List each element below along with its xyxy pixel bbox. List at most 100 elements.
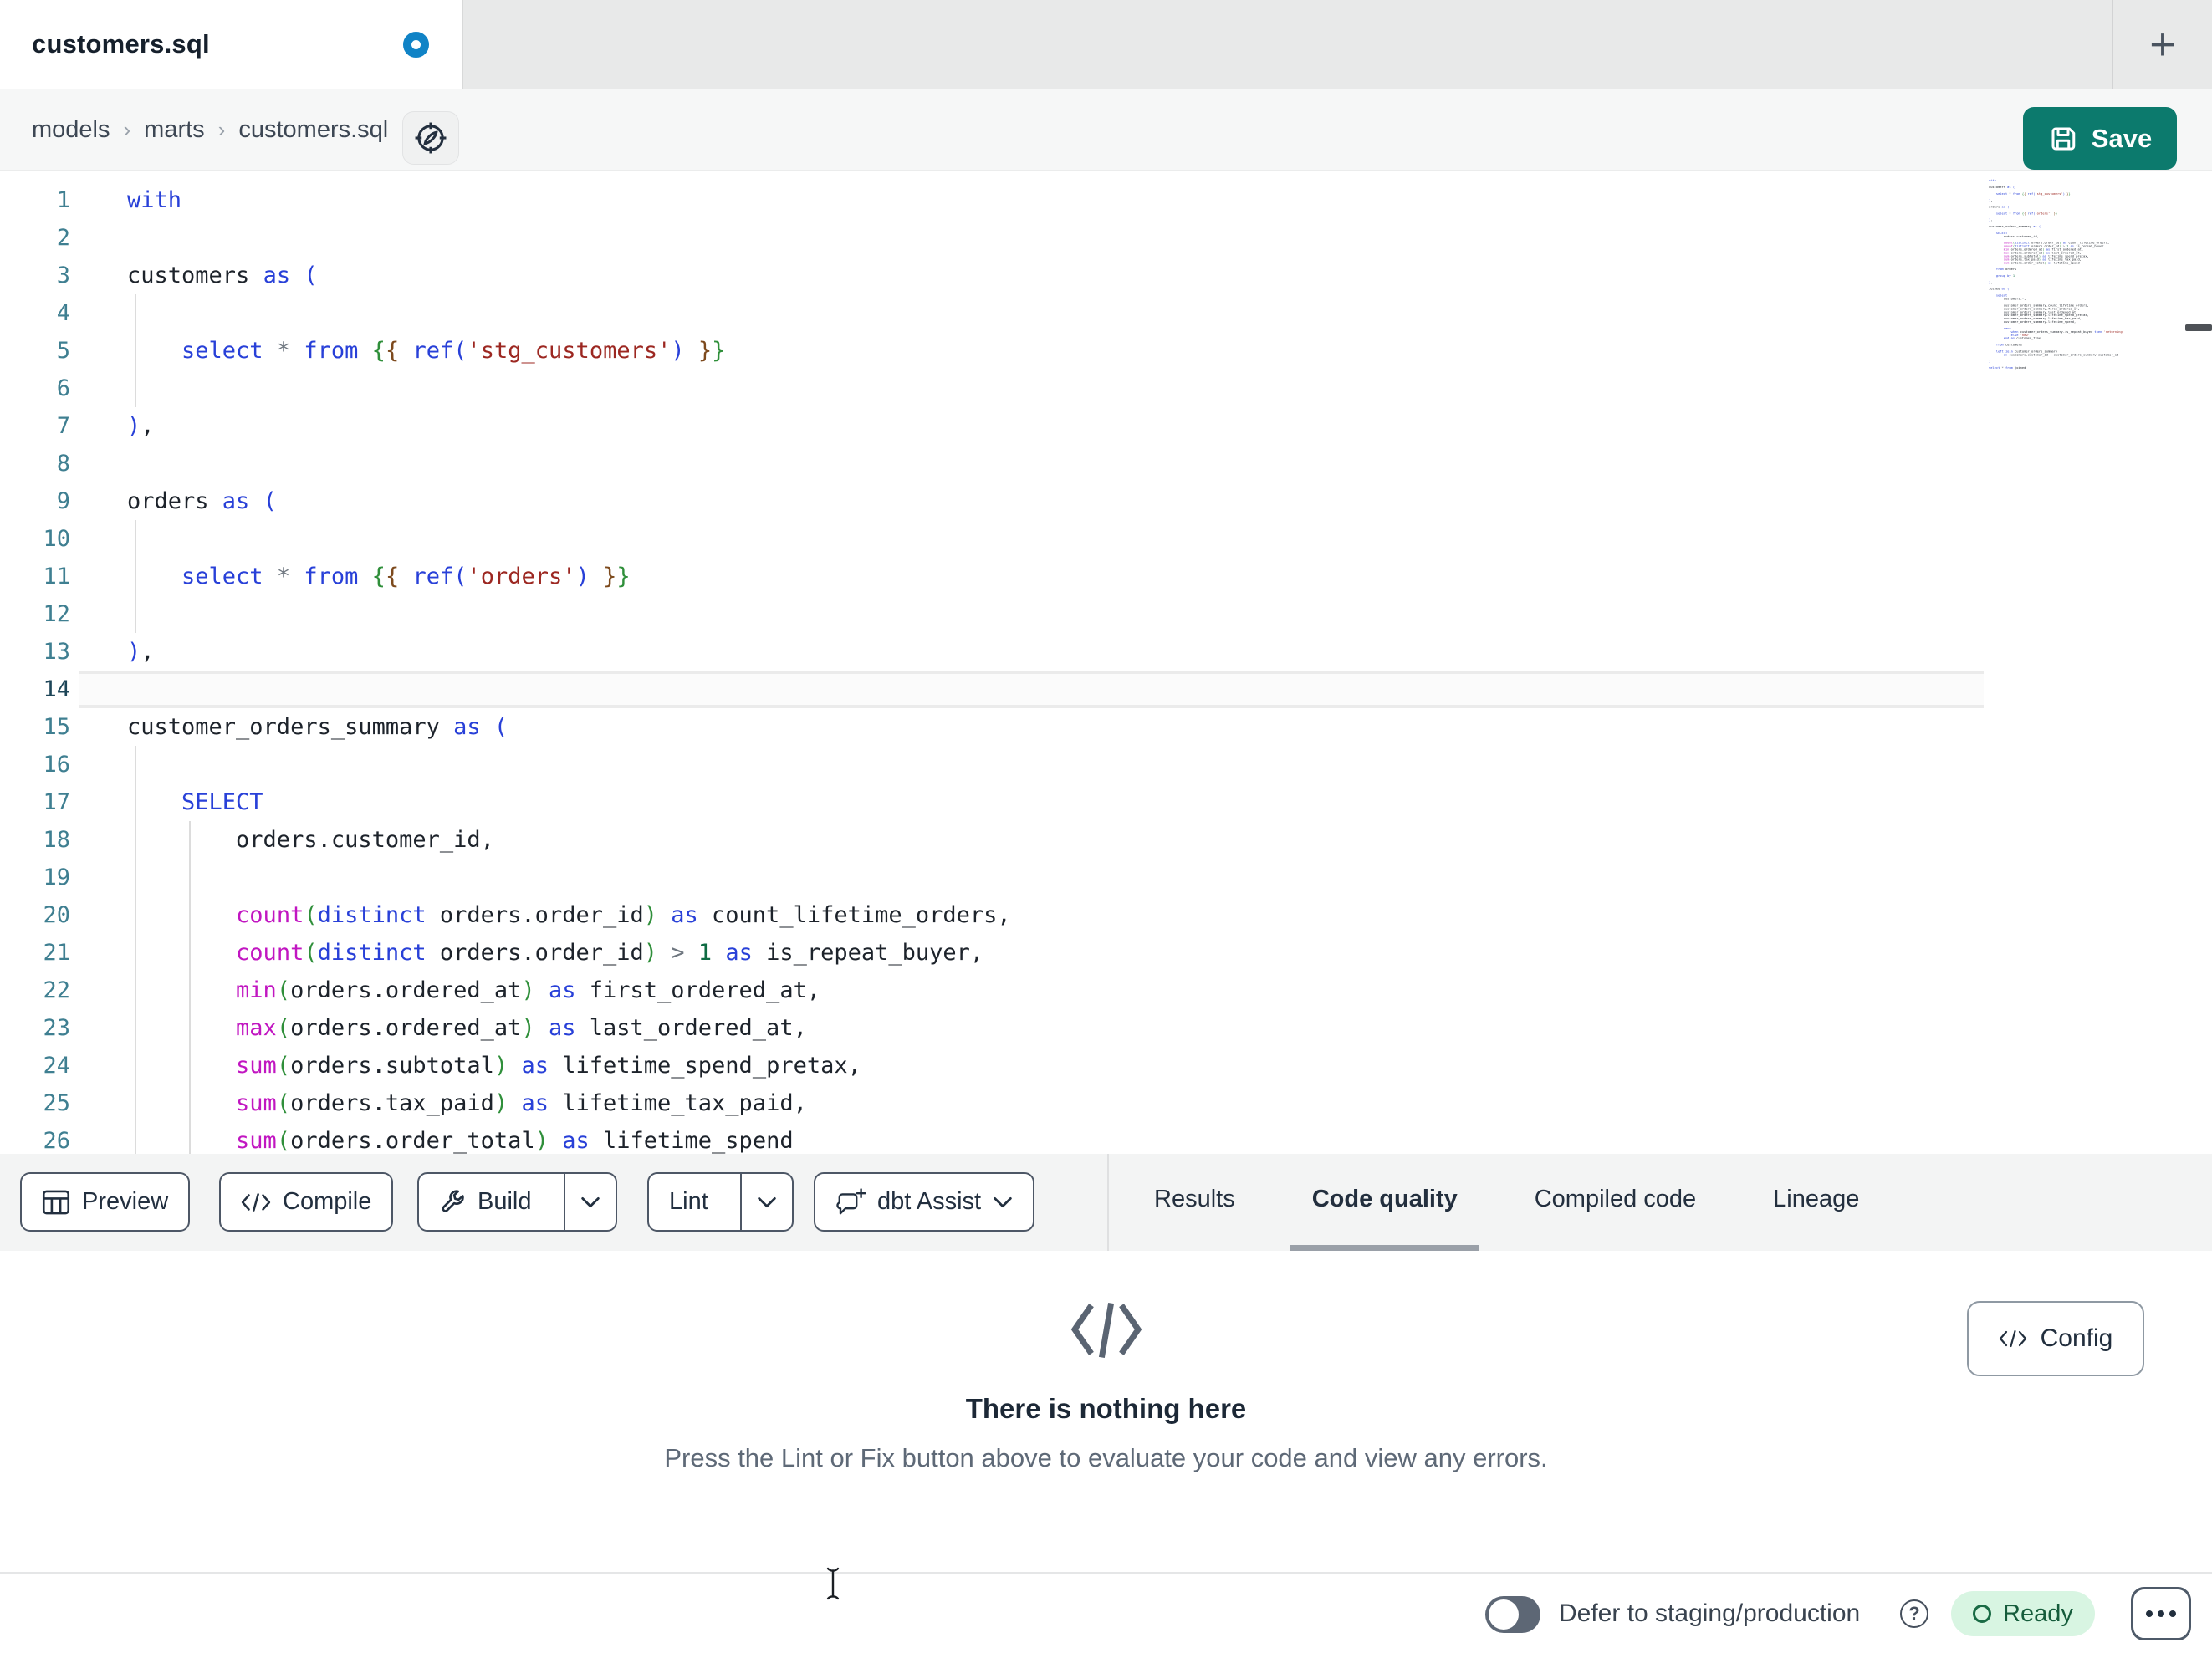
- dot: [2158, 1610, 2164, 1617]
- code-quality-panel: There is nothing here Press the Lint or …: [0, 1251, 2212, 1572]
- tab-lineage[interactable]: Lineage: [1751, 1154, 1881, 1251]
- compile-button[interactable]: Compile: [219, 1172, 394, 1232]
- save-button[interactable]: Save: [2023, 107, 2177, 170]
- build-button[interactable]: Build: [417, 1172, 617, 1232]
- tab-bar: customers.sql +: [0, 0, 2212, 89]
- status-bar: Defer to staging/production ? Ready: [0, 1572, 2212, 1653]
- indent-guide: [135, 294, 136, 407]
- code-line: SELECT: [181, 789, 263, 815]
- code-line: sum(orders.order_total) as lifetime_spen…: [236, 1128, 794, 1154]
- code-line: with: [127, 187, 182, 213]
- chevron-down-icon: [580, 1196, 600, 1208]
- lint-button-label: Lint: [669, 1188, 708, 1215]
- lint-dropdown-toggle[interactable]: [739, 1174, 792, 1230]
- line-number: 15: [43, 714, 70, 740]
- config-button[interactable]: Config: [1967, 1301, 2144, 1376]
- code-content: with customers as ( select * from {{ ref…: [127, 181, 1011, 1154]
- save-floppy-icon: [2048, 124, 2078, 154]
- code-line: customers as (: [127, 263, 318, 288]
- line-number: 1: [56, 187, 70, 213]
- line-number: 14: [43, 676, 70, 702]
- code-line: ),: [127, 639, 155, 665]
- code-editor[interactable]: 1 2 3 4 5 6 7 8 9 10 11 12 13 14 15 16 17 18 19 20 21 22 23 24 2…: [0, 171, 2212, 1154]
- line-number: 13: [43, 639, 70, 665]
- line-number: 5: [56, 338, 70, 364]
- unsaved-changes-dot: [403, 32, 429, 58]
- scrollbar-thumb[interactable]: [2185, 324, 2212, 331]
- more-options-button[interactable]: [2131, 1587, 2191, 1640]
- lint-button[interactable]: Lint: [647, 1172, 794, 1232]
- breadcrumb-separator: ›: [123, 116, 131, 142]
- indent-guide: [189, 821, 191, 1154]
- status-circle-icon: [1973, 1605, 1991, 1623]
- preview-button[interactable]: Preview: [20, 1172, 191, 1232]
- code-line: min(orders.ordered_at) as first_ordered_…: [236, 977, 821, 1003]
- empty-state-subtitle: Press the Lint or Fix button above to ev…: [664, 1443, 1548, 1472]
- file-tab-title: customers.sql: [32, 29, 210, 59]
- line-number: 20: [43, 902, 70, 928]
- line-number: 4: [56, 300, 70, 326]
- compass-icon: [414, 121, 447, 155]
- line-number: 18: [43, 827, 70, 853]
- code-line: sum(orders.subtotal) as lifetime_spend_p…: [236, 1053, 861, 1079]
- dbt-assist-button[interactable]: dbt Assist: [814, 1172, 1035, 1232]
- code-line: customer_orders_summary as (: [127, 714, 508, 740]
- explore-lineage-button[interactable]: [402, 111, 459, 165]
- line-number: 25: [43, 1090, 70, 1116]
- minimap-content: with customers as ( select * from {{ ref…: [1989, 179, 2184, 370]
- line-number: 17: [43, 789, 70, 815]
- code-line: ),: [127, 413, 155, 439]
- line-number: 19: [43, 865, 70, 890]
- defer-toggle[interactable]: [1485, 1596, 1540, 1633]
- tab-results[interactable]: Results: [1132, 1154, 1257, 1251]
- code-brackets-icon: [1999, 1329, 2027, 1349]
- line-number: 12: [43, 601, 70, 627]
- breadcrumb: models › marts › customers.sql: [32, 89, 388, 170]
- dbt-assist-button-label: dbt Assist: [877, 1188, 982, 1215]
- line-number: 16: [43, 752, 70, 778]
- breadcrumb-item-marts: marts: [144, 115, 205, 143]
- tab-code-quality[interactable]: Code quality: [1290, 1154, 1479, 1251]
- breadcrumb-separator: ›: [217, 116, 226, 142]
- line-number: 11: [43, 564, 70, 589]
- status-badge-label: Ready: [2003, 1599, 2073, 1627]
- help-icon[interactable]: ?: [1900, 1599, 1928, 1628]
- line-number: 3: [56, 263, 70, 288]
- line-number: 21: [43, 940, 70, 966]
- file-tab-customers-sql[interactable]: customers.sql: [0, 0, 463, 89]
- empty-state: There is nothing here Press the Lint or …: [0, 1299, 2212, 1473]
- defer-label: Defer to staging/production: [1559, 1599, 1861, 1627]
- line-number: 8: [56, 451, 70, 477]
- compile-button-label: Compile: [283, 1188, 372, 1215]
- save-button-label: Save: [2091, 123, 2153, 153]
- assist-chat-sparkle-icon: [835, 1187, 866, 1217]
- breadcrumb-bar: models › marts › customers.sql Save: [0, 89, 2212, 171]
- code-line: max(orders.ordered_at) as last_ordered_a…: [236, 1015, 807, 1041]
- indent-guide: [135, 746, 136, 1154]
- code-line: select * from {{ ref('stg_customers') }}: [181, 338, 726, 364]
- breadcrumb-item-file: customers.sql: [238, 115, 389, 143]
- build-dropdown-toggle[interactable]: [563, 1174, 616, 1230]
- preview-button-label: Preview: [82, 1188, 169, 1215]
- tab-compiled-code[interactable]: Compiled code: [1513, 1154, 1718, 1251]
- line-number: 24: [43, 1053, 70, 1079]
- minimap[interactable]: with customers as ( select * from {{ ref…: [1989, 179, 2184, 380]
- code-line: orders as (: [127, 488, 277, 514]
- text-cursor-pointer: [825, 1565, 841, 1602]
- empty-state-title: There is nothing here: [965, 1393, 1247, 1424]
- status-badge: Ready: [1951, 1591, 2095, 1636]
- config-button-label: Config: [2040, 1324, 2113, 1352]
- toggle-knob: [1489, 1599, 1519, 1630]
- line-number-gutter: 1 2 3 4 5 6 7 8 9 10 11 12 13 14 15 16 17 18 19 20 21 22 23 24 2…: [0, 181, 70, 1154]
- new-tab-button[interactable]: +: [2113, 0, 2212, 89]
- code-slash-icon: [1066, 1299, 1147, 1360]
- indent-guide: [135, 520, 136, 633]
- build-button-label: Build: [478, 1188, 532, 1215]
